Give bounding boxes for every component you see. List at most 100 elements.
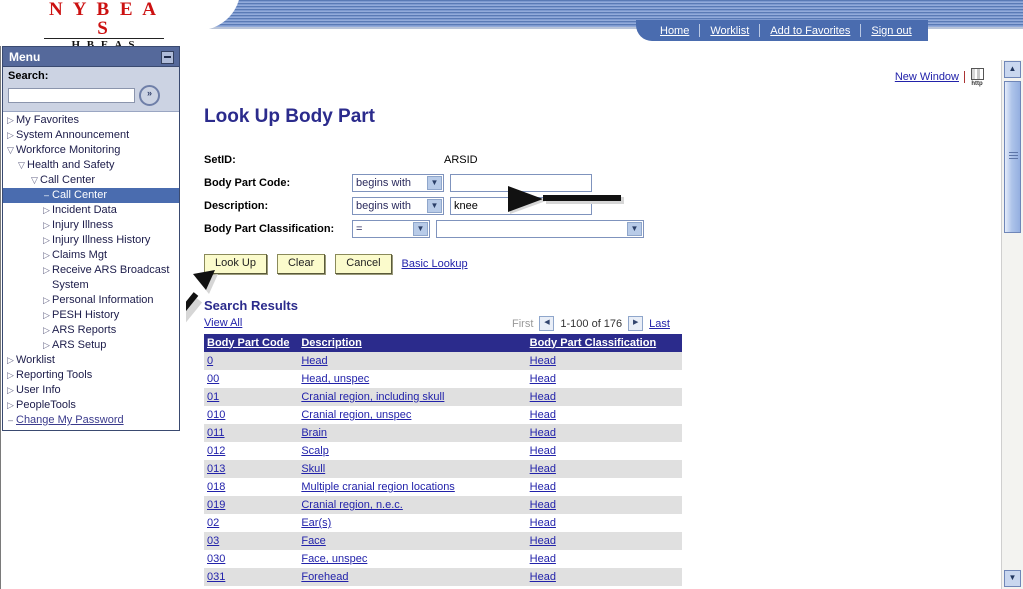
cell-link[interactable]: 01 (207, 391, 219, 403)
search-go-icon[interactable]: » (139, 85, 160, 106)
cell-link[interactable]: Head (530, 517, 556, 529)
cell-link[interactable]: Scalp (301, 445, 329, 457)
description-input[interactable]: knee (450, 196, 592, 215)
cell-link[interactable]: Head (530, 463, 556, 475)
vertical-scrollbar[interactable]: ▲ ▼ (1001, 60, 1023, 589)
pager-last-link[interactable]: Last (649, 318, 670, 330)
cell-link[interactable]: 02 (207, 517, 219, 529)
chevron-right-icon: ▷ (43, 250, 50, 260)
cell-link[interactable]: 019 (207, 499, 225, 511)
sidebar-item-peopletools[interactable]: ▷ PeopleTools (3, 398, 179, 413)
cell-link[interactable]: Head (301, 355, 327, 367)
sidebar-item-injury-illness[interactable]: ▷ Injury Illness (3, 218, 179, 233)
chevron-down-icon[interactable]: ▼ (427, 175, 442, 190)
cell-link[interactable]: Skull (301, 463, 325, 475)
cell-link[interactable]: 00 (207, 373, 219, 385)
scroll-up-icon[interactable]: ▲ (1004, 61, 1021, 78)
pager-prev-icon[interactable]: ◀ (539, 316, 555, 331)
cell-link[interactable]: Ear(s) (301, 517, 331, 529)
sidebar-item-ars-setup[interactable]: ▷ ARS Setup (3, 338, 179, 353)
cell-link[interactable]: 012 (207, 445, 225, 457)
sidebar-item-worklist[interactable]: ▷ Worklist (3, 353, 179, 368)
nav-sign-out[interactable]: Sign out (861, 25, 921, 37)
body-part-code-input[interactable] (450, 173, 592, 192)
sidebar-item-receive-ars-broadcast[interactable]: ▷ Receive ARS Broadcast (3, 263, 179, 278)
pager-next-icon[interactable]: ▶ (628, 316, 644, 331)
chevron-down-icon[interactable]: ▼ (427, 198, 442, 213)
chevron-right-icon: ▷ (43, 205, 50, 215)
sidebar-item-ars-reports[interactable]: ▷ ARS Reports (3, 323, 179, 338)
cell-link[interactable]: Cranial region, n.e.c. (301, 499, 403, 511)
classification-value-select[interactable]: ▼ (436, 219, 644, 238)
nav-worklist[interactable]: Worklist (700, 25, 759, 37)
scrollbar-thumb[interactable] (1004, 81, 1021, 233)
cell-link[interactable]: Head (530, 535, 556, 547)
cell-link[interactable]: Face, unspec (301, 553, 367, 565)
cell-link[interactable]: Head (530, 571, 556, 583)
cell-link[interactable]: Head (530, 391, 556, 403)
sidebar-item-health-and-safety[interactable]: ▽ Health and Safety (3, 158, 179, 173)
sidebar-item-reporting-tools[interactable]: ▷ Reporting Tools (3, 368, 179, 383)
nav-add-to-favorites[interactable]: Add to Favorites (760, 25, 860, 37)
sidebar-item-user-info[interactable]: ▷ User Info (3, 383, 179, 398)
cell-link[interactable]: Head (530, 481, 556, 493)
cell-link[interactable]: Cranial region, unspec (301, 409, 411, 421)
cancel-button[interactable]: Cancel (335, 254, 392, 274)
menu-search-input[interactable] (8, 88, 135, 103)
sidebar-item-change-my-password[interactable]: – Change My Password (3, 413, 179, 428)
cell-link[interactable]: Head (530, 499, 556, 511)
cell-link[interactable]: Head (530, 355, 556, 367)
sidebar-item-workforce-monitoring[interactable]: ▽ Workforce Monitoring (3, 143, 179, 158)
column-header-description[interactable]: Description (298, 334, 527, 352)
cell-link[interactable]: Cranial region, including skull (301, 391, 444, 403)
table-row: 012 Scalp Head (204, 442, 682, 460)
clear-button[interactable]: Clear (276, 254, 326, 274)
sidebar-item-label-continued[interactable]: System (3, 278, 179, 293)
cell-link[interactable]: Head (530, 409, 556, 421)
sidebar-item-claims-mgt[interactable]: ▷ Claims Mgt (3, 248, 179, 263)
sidebar-item-pesh-history[interactable]: ▷ PESH History (3, 308, 179, 323)
sidebar-item-incident-data[interactable]: ▷ Incident Data (3, 203, 179, 218)
view-all-link[interactable]: View All (204, 317, 242, 329)
cell-link[interactable]: Head (530, 373, 556, 385)
description-operator-select[interactable]: begins with ▼ (352, 196, 444, 215)
http-page-icon[interactable]: http (970, 68, 984, 87)
classification-operator-select[interactable]: = ▼ (352, 219, 430, 238)
cell-link[interactable]: Head (530, 553, 556, 565)
sidebar-item-call-center[interactable]: ▽ Call Center (3, 173, 179, 188)
cell-link[interactable]: Face (301, 535, 325, 547)
cell-link[interactable]: 011 (207, 427, 225, 439)
sidebar-item-call-center[interactable]: – Call Center (3, 188, 179, 203)
cell-link[interactable]: 031 (207, 571, 225, 583)
cell-description: Brain (298, 424, 527, 442)
column-header-body-part-code[interactable]: Body Part Code (204, 334, 299, 352)
chevron-down-icon[interactable]: ▼ (413, 221, 428, 236)
cell-link[interactable]: 030 (207, 553, 225, 565)
sidebar-item-personal-information[interactable]: ▷ Personal Information (3, 293, 179, 308)
table-row: 03 Face Head (204, 532, 682, 550)
cell-link[interactable]: 010 (207, 409, 225, 421)
column-header-classification[interactable]: Body Part Classification (526, 334, 682, 352)
cell-link[interactable]: Multiple cranial region locations (301, 481, 454, 493)
sidebar-item-my-favorites[interactable]: ▷ My Favorites (3, 113, 179, 128)
cell-link[interactable]: Head (530, 445, 556, 457)
cell-link[interactable]: Head, unspec (301, 373, 369, 385)
cell-link[interactable]: Brain (301, 427, 327, 439)
cell-link[interactable]: 018 (207, 481, 225, 493)
new-window-link[interactable]: New Window (895, 71, 959, 83)
scroll-down-icon[interactable]: ▼ (1004, 570, 1021, 587)
basic-lookup-link[interactable]: Basic Lookup (402, 258, 468, 270)
sidebar-item-label: PeopleTools (16, 399, 76, 411)
minimize-icon[interactable] (161, 50, 174, 64)
cell-link[interactable]: 03 (207, 535, 219, 547)
chevron-down-icon[interactable]: ▼ (627, 221, 642, 236)
nav-home[interactable]: Home (650, 25, 699, 37)
cell-link[interactable]: Forehead (301, 571, 348, 583)
cell-link[interactable]: Head (530, 427, 556, 439)
sidebar-item-system-announcement[interactable]: ▷ System Announcement (3, 128, 179, 143)
cell-link[interactable]: 013 (207, 463, 225, 475)
cell-link[interactable]: 0 (207, 355, 213, 367)
sidebar-item-injury-illness-history[interactable]: ▷ Injury Illness History (3, 233, 179, 248)
body-part-code-operator-select[interactable]: begins with ▼ (352, 173, 444, 192)
lookup-button[interactable]: Look Up (204, 254, 267, 274)
